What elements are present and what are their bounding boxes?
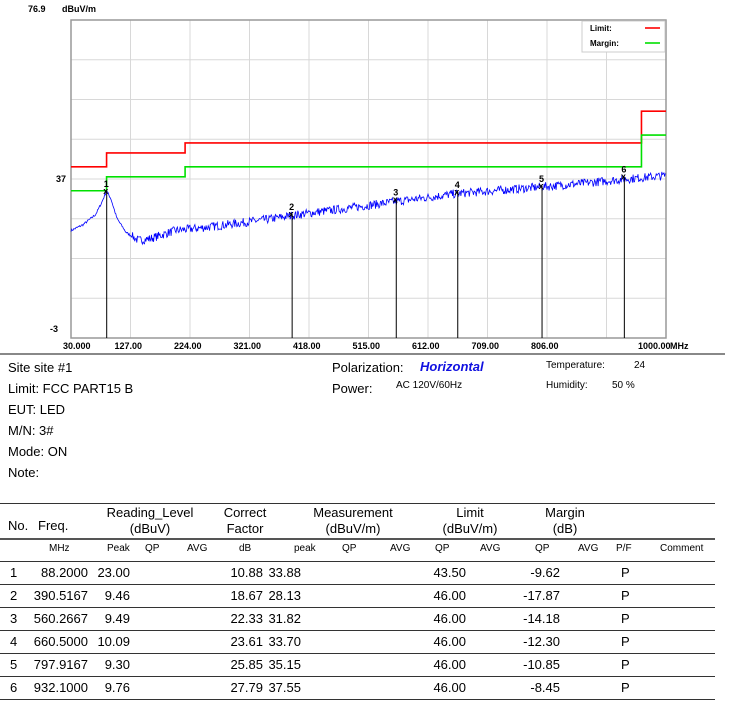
limit-info: Limit: FCC PART15 B [8, 381, 134, 396]
subheader: AVG [578, 543, 599, 554]
cell-pf: P [621, 634, 630, 649]
subheader: AVG [480, 543, 501, 554]
polarization-value: Horizontal [420, 359, 484, 374]
cell-pf: P [621, 588, 630, 603]
cell-peak: 9.76 [104, 680, 130, 695]
header-margin: Margin (dB) [545, 505, 585, 536]
cell-meas: 28.13 [268, 588, 301, 603]
subheader: QP [535, 543, 550, 554]
emission-report: x 1 x 2 x 3 x 4 x 5 x 6 37 -3 30.000 127.00 224.00 321.00… [0, 0, 733, 716]
subheader: AVG [390, 543, 411, 554]
marker-label: 2 [289, 202, 294, 212]
cell-peak: 9.30 [104, 657, 130, 672]
subheader: Peak [107, 543, 130, 554]
cell-pf: P [621, 680, 630, 695]
humidity-value: 50 % [612, 380, 635, 391]
cell-peak: 10.09 [97, 634, 130, 649]
cell-limit: 46.00 [433, 611, 466, 626]
row-divider [0, 607, 715, 608]
marker-label: 3 [393, 187, 398, 197]
cell-margin: -12.30 [523, 634, 560, 649]
legend-label: Margin: [590, 39, 619, 48]
x-tick-label: 127.00 [115, 341, 143, 351]
cell-limit: 46.00 [433, 634, 466, 649]
cell-limit: 43.50 [433, 565, 466, 580]
header-limit: Limit (dBuV/m) [442, 505, 498, 536]
cell-limit: 46.00 [433, 588, 466, 603]
x-tick-label: 806.00 [531, 341, 559, 351]
x-tick-label: 321.00 [234, 341, 262, 351]
cell-margin: -9.62 [530, 565, 560, 580]
header-freq: Freq. [38, 518, 69, 533]
subheader: QP [145, 543, 160, 554]
cell-peak: 23.00 [97, 565, 130, 580]
x-tick-label: 30.000 [63, 341, 91, 351]
header-measurement: Measurement (dBuV/m) [313, 505, 393, 536]
legend-label: Limit: [590, 24, 612, 33]
cell-margin: -14.18 [523, 611, 560, 626]
subheader: P/F [616, 543, 632, 554]
y-unit-label: dBuV/m [62, 4, 97, 14]
row-divider [0, 630, 715, 631]
subheader: dB [239, 543, 252, 554]
cell-meas: 35.15 [268, 657, 301, 672]
subheader: peak [294, 543, 316, 554]
row-divider [0, 653, 715, 654]
cell-pf: P [621, 611, 630, 626]
x-tick-label: 418.00 [293, 341, 321, 351]
x-tick-label: 709.00 [472, 341, 500, 351]
temperature-label: Temperature: [546, 360, 605, 371]
marker-label: 5 [539, 174, 544, 184]
marker-label: 6 [621, 165, 626, 175]
y-tick-label: -3 [50, 324, 58, 334]
subheader: AVG [187, 543, 208, 554]
x-tick-label: 224.00 [174, 341, 202, 351]
marker-label: 4 [455, 180, 460, 190]
y-max-label: 76.9 [28, 4, 46, 14]
cell-peak: 9.46 [104, 588, 130, 603]
cell-pf: P [621, 565, 630, 580]
subheader: QP [342, 543, 357, 554]
header-reading: Reading_Level (dBuV) [106, 505, 194, 536]
row-divider [0, 561, 715, 562]
subheader: Comment [660, 543, 704, 554]
row-divider [0, 699, 715, 700]
header-no: No. [8, 518, 29, 533]
cell-meas: 33.88 [268, 565, 301, 580]
power-value: AC 120V/60Hz [396, 380, 463, 391]
x-unit-label: MHz [670, 341, 689, 351]
cell-limit: 46.00 [433, 680, 466, 695]
temperature-value: 24 [634, 360, 646, 371]
mode-info: Mode: ON [8, 444, 68, 459]
y-tick-label: 37 [56, 174, 66, 184]
cell-margin: -8.45 [530, 680, 560, 695]
header-correct: Correct Factor [223, 505, 267, 536]
humidity-label: Humidity: [546, 380, 588, 391]
x-tick-label: 612.00 [412, 341, 440, 351]
divider [0, 353, 725, 355]
cell-peak: 9.49 [104, 611, 130, 626]
cell-meas: 31.82 [268, 611, 301, 626]
polarization-label: Polarization: [332, 360, 404, 375]
subheader: QP [435, 543, 450, 554]
emission-chart: x1x2x3 x4 x5 x637-330.000 127.00 224.00 321.00… [50, 19, 671, 351]
row-divider [0, 676, 715, 677]
subheader: MHz [49, 543, 70, 554]
note-info: Note: [8, 465, 40, 480]
eut-info: EUT: LED [8, 402, 66, 417]
cell-meas: 37.55 [268, 680, 301, 695]
cell-limit: 46.00 [433, 657, 466, 672]
cell-meas: 33.70 [268, 634, 301, 649]
site-info: Site site #1 [8, 360, 73, 375]
marker-label: 1 [104, 179, 109, 189]
power-label: Power: [332, 381, 373, 396]
x-tick-label: 1000.00 [638, 341, 671, 351]
cell-pf: P [621, 657, 630, 672]
cell-margin: -17.87 [523, 588, 560, 603]
row-divider [0, 584, 715, 585]
mn-info: M/N: 3# [8, 423, 54, 438]
x-tick-label: 515.00 [353, 341, 381, 351]
cell-margin: -10.85 [523, 657, 560, 672]
